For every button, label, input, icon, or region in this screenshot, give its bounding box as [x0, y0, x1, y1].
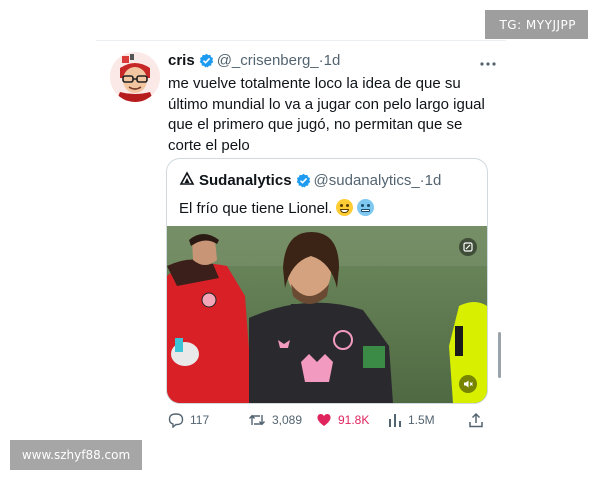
quoted-text-line: El frío que tiene Lionel.	[179, 199, 375, 219]
tg-watermark-badge: TG: MYYJJPP	[485, 10, 588, 39]
gif-toggle-icon[interactable]	[459, 238, 477, 256]
video-frame-image	[167, 226, 487, 403]
quoted-tweet[interactable]: Sudanalytics @sudanalytics_·1d El frío qu…	[166, 158, 488, 404]
tweet-text: me vuelve totalmente loco la idea de que…	[168, 75, 485, 154]
repost-count: 3,089	[272, 413, 303, 427]
reply-icon	[168, 413, 184, 428]
like-icon	[317, 413, 331, 426]
cartoon-avatar-icon	[110, 52, 160, 102]
quoted-header: Sudanalytics @sudanalytics_·1d	[179, 171, 441, 193]
share-icon	[469, 412, 483, 428]
tweet-card[interactable]: cris @_crisenberg_·1d me vuelve totalment…	[96, 42, 506, 442]
verified-badge-icon	[296, 173, 311, 193]
grimacing-face-emoji-icon	[336, 199, 354, 216]
video-player[interactable]	[167, 226, 487, 403]
avatar[interactable]	[110, 52, 160, 102]
author-name[interactable]: cris	[168, 52, 195, 69]
quoted-author-handle[interactable]: @sudanalytics_	[314, 172, 420, 189]
site-watermark: www.szhyf88.com	[10, 440, 142, 470]
like-count: 91.8K	[338, 413, 370, 427]
repost-button[interactable]: 3,089	[248, 410, 302, 430]
repost-icon	[248, 414, 266, 426]
views-icon	[389, 414, 401, 427]
divider	[96, 40, 506, 41]
author-handle[interactable]: @_crisenberg_	[217, 52, 319, 69]
views-button[interactable]: 1.5M	[388, 410, 435, 430]
share-button[interactable]	[468, 410, 484, 430]
more-horizontal-icon[interactable]	[480, 54, 496, 72]
reply-count: 117	[190, 413, 210, 427]
quoted-time[interactable]: 1d	[425, 172, 442, 189]
action-bar: 117 3,089 91.8K 1.5M	[168, 410, 488, 430]
mute-icon[interactable]	[459, 375, 477, 393]
tweet-time[interactable]: 1d	[324, 52, 341, 69]
quoted-author-name[interactable]: Sudanalytics	[199, 172, 292, 189]
view-count: 1.5M	[408, 413, 435, 427]
quoted-text: El frío que tiene Lionel.	[179, 200, 333, 217]
triangle-logo-icon	[179, 171, 195, 192]
scrollbar[interactable]	[498, 332, 501, 378]
reply-button[interactable]: 117	[168, 410, 209, 430]
verified-badge-icon	[199, 53, 214, 73]
like-button[interactable]: 91.8K	[316, 410, 369, 430]
cold-face-emoji-icon	[357, 199, 375, 216]
tweet-header: cris @_crisenberg_·1d	[168, 52, 340, 73]
